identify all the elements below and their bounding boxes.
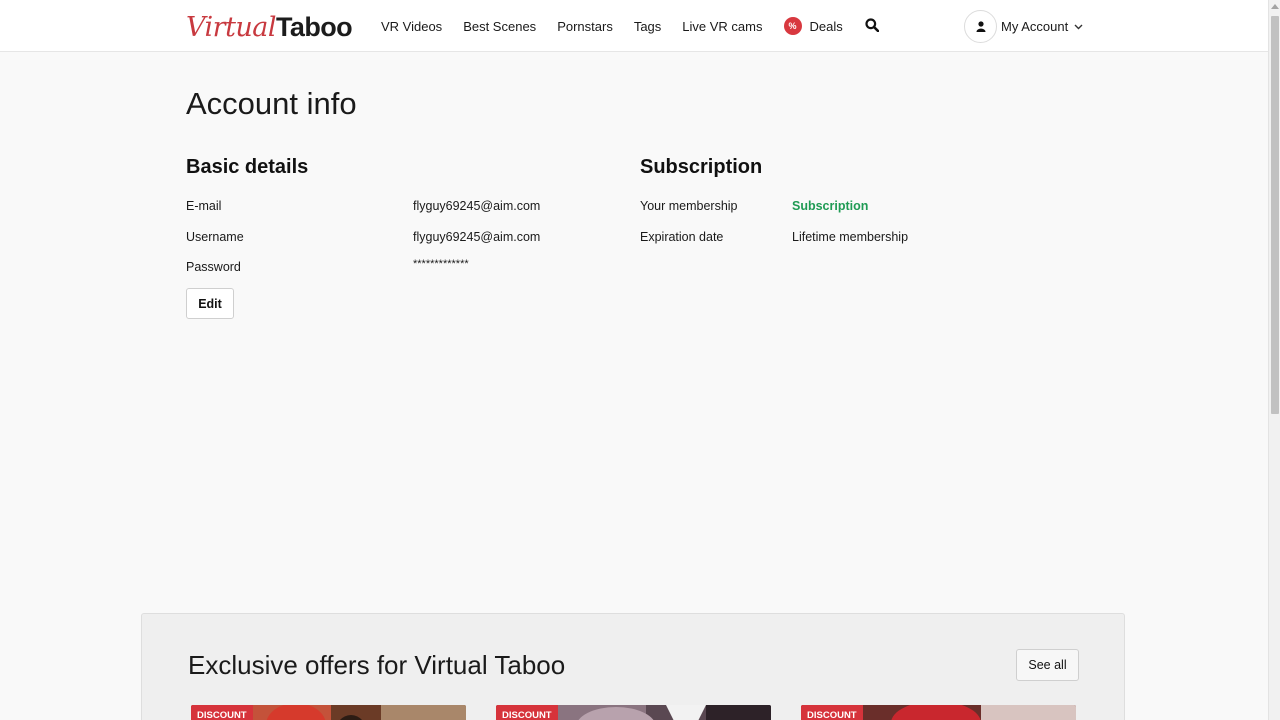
- expiration-value: Lifetime membership: [792, 230, 909, 244]
- exclusive-offers-section: Exclusive offers for Virtual Taboo See a…: [141, 613, 1125, 720]
- deals-percent-icon: %: [783, 17, 802, 35]
- edit-button[interactable]: Edit: [186, 288, 234, 319]
- email-value: flyguy69245@aim.com: [413, 199, 541, 213]
- discount-tag: DISCOUNT: [801, 705, 863, 720]
- password-value: *************: [413, 258, 469, 270]
- page-scrollbar[interactable]: [1268, 0, 1280, 720]
- deals-label: Deals: [809, 18, 843, 34]
- email-label: E-mail: [186, 199, 222, 213]
- nav-deals[interactable]: % Deals: [783, 17, 843, 35]
- offers-title: Exclusive offers for Virtual Taboo: [188, 650, 566, 680]
- offer-card[interactable]: DISCOUNT: [496, 705, 771, 720]
- page-title: Account info: [186, 86, 357, 121]
- subscription-heading: Subscription: [640, 156, 763, 178]
- nav-best-scenes[interactable]: Best Scenes: [463, 19, 536, 34]
- nav-tags[interactable]: Tags: [634, 19, 661, 34]
- see-all-button[interactable]: See all: [1016, 649, 1079, 681]
- nav-pornstars[interactable]: Pornstars: [557, 19, 613, 34]
- membership-label: Your membership: [640, 199, 738, 213]
- chevron-down-icon: [1074, 17, 1083, 35]
- logo-virtual-text: Virtual: [186, 12, 277, 43]
- password-label: Password: [186, 260, 241, 274]
- username-value: flyguy69245@aim.com: [413, 230, 541, 244]
- site-logo[interactable]: Virtual Taboo: [186, 12, 353, 44]
- discount-tag: DISCOUNT: [191, 705, 253, 720]
- main-nav: VR Videos Best Scenes Pornstars Tags Liv…: [381, 0, 881, 52]
- logo-taboo-text: Taboo: [276, 12, 353, 42]
- search-icon[interactable]: [865, 18, 881, 34]
- membership-value[interactable]: Subscription: [792, 199, 868, 213]
- nav-vr-videos[interactable]: VR Videos: [381, 19, 442, 34]
- scroll-up-arrow-icon[interactable]: [1271, 4, 1279, 9]
- offer-card[interactable]: DISCOUNT: [801, 705, 1076, 720]
- my-account-menu[interactable]: My Account: [964, 9, 1083, 43]
- discount-tag: DISCOUNT: [496, 705, 558, 720]
- my-account-label: My Account: [1001, 18, 1069, 34]
- nav-live-vr-cams[interactable]: Live VR cams: [682, 19, 762, 34]
- site-header: Virtual Taboo VR Videos Best Scenes Porn…: [0, 0, 1268, 52]
- username-label: Username: [186, 230, 244, 244]
- basic-details-heading: Basic details: [186, 156, 309, 178]
- scroll-thumb[interactable]: [1271, 16, 1279, 414]
- expiration-label: Expiration date: [640, 230, 724, 244]
- offer-card[interactable]: DISCOUNT: [191, 705, 466, 720]
- user-icon: [964, 9, 997, 43]
